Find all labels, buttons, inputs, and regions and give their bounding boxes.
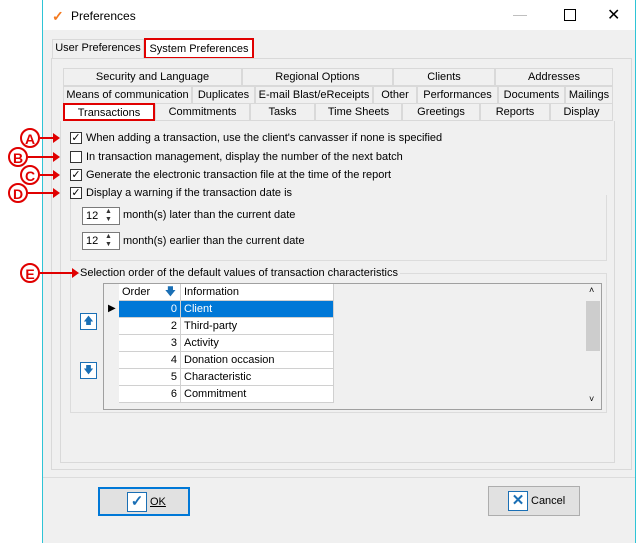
maximize-button[interactable] [564, 9, 576, 21]
characteristics-grid: Order 🡇 Information ▶ 0 Client 2 Third-pa… [103, 283, 602, 410]
order-cell[interactable]: 5 [119, 369, 181, 386]
information-cell[interactable]: Characteristic [181, 369, 334, 386]
information-cell[interactable]: Client [181, 301, 334, 318]
minimize-button[interactable]: — [513, 6, 527, 22]
tab-duplicates[interactable]: Duplicates [192, 86, 255, 104]
tab-security-and-language[interactable]: Security and Language [63, 68, 242, 86]
option-label: When adding a transaction, use the clien… [86, 132, 443, 144]
earlier-months-label: month(s) earlier than the current date [123, 235, 305, 247]
move-up-button[interactable]: 🡅 [80, 313, 97, 330]
order-cell[interactable]: 4 [119, 352, 181, 369]
tab-other[interactable]: Other [373, 86, 417, 104]
move-down-button[interactable]: 🡇 [80, 362, 97, 379]
order-cell[interactable]: 6 [119, 386, 181, 403]
tab-display[interactable]: Display [550, 103, 613, 121]
spinner-arrows-icon[interactable]: ▲ ▼ [105, 233, 112, 249]
current-row-indicator-icon: ▶ [108, 303, 116, 314]
earlier-months-spinner[interactable]: 12 ▲ ▼ [82, 232, 120, 250]
option-checkbox[interactable] [70, 151, 82, 163]
annotation-arrow-d [28, 188, 60, 198]
tab-means-of-communication[interactable]: Means of communication [63, 86, 192, 104]
tab-clients[interactable]: Clients [393, 68, 495, 86]
tab-documents[interactable]: Documents [498, 86, 565, 104]
later-months-label: month(s) later than the current date [123, 209, 296, 221]
tab-e-mail-blast-ereceipts[interactable]: E-mail Blast/eReceipts [255, 86, 373, 104]
annotation-marker-a: A [20, 128, 40, 148]
scroll-up-icon[interactable]: ˄ [589, 285, 594, 295]
option-label: Display a warning if the transaction dat… [86, 187, 293, 199]
scrollbar-thumb[interactable] [586, 301, 600, 351]
app-logo-icon: ✓ [52, 8, 64, 24]
later-months-spinner[interactable]: 12 ▲ ▼ [82, 207, 120, 225]
annotation-marker-c: C [20, 165, 40, 185]
scroll-down-icon[interactable]: ˅ [589, 394, 594, 404]
cancel-button[interactable]: ✕ Cancel [488, 486, 580, 516]
tab-tasks[interactable]: Tasks [250, 103, 315, 121]
information-cell[interactable]: Commitment [181, 386, 334, 403]
order-cell[interactable]: 2 [119, 318, 181, 335]
tab-addresses[interactable]: Addresses [495, 68, 613, 86]
tab-time-sheets[interactable]: Time Sheets [315, 103, 402, 121]
option-label: Generate the electronic transaction file… [86, 169, 392, 181]
window-title: Preferences [71, 9, 136, 23]
annotation-marker-b: B [8, 147, 28, 167]
information-cell[interactable]: Third-party [181, 318, 334, 335]
column-header-order[interactable]: Order 🡇 [119, 284, 181, 301]
tab-performances[interactable]: Performances [417, 86, 498, 104]
ok-button[interactable]: ✓ OK [98, 487, 190, 516]
tab-reports[interactable]: Reports [480, 103, 550, 121]
tab-regional-options[interactable]: Regional Options [242, 68, 393, 86]
information-cell[interactable]: Donation occasion [181, 352, 334, 369]
tab-mailings[interactable]: Mailings [565, 86, 613, 104]
column-header-information[interactable]: Information [181, 284, 334, 301]
tab-commitments[interactable]: Commitments [155, 103, 250, 121]
order-cell[interactable]: 0 [119, 301, 181, 318]
spinner-arrows-icon[interactable]: ▲ ▼ [105, 208, 112, 224]
annotation-arrow-e [40, 268, 79, 278]
selection-order-title: Selection order of the default values of… [80, 267, 400, 279]
warning-group [70, 195, 607, 261]
annotation-marker-e: E [20, 263, 40, 283]
cancel-x-icon: ✕ [508, 491, 528, 511]
tab-greetings[interactable]: Greetings [402, 103, 480, 121]
information-cell[interactable]: Activity [181, 335, 334, 352]
option-checkbox[interactable]: ✓ [70, 132, 82, 144]
order-cell[interactable]: 3 [119, 335, 181, 352]
annotation-arrow-b [28, 152, 60, 162]
tab-user-preferences[interactable]: User Preferences [52, 39, 144, 59]
checkmark-icon: ✓ [127, 492, 147, 512]
option-label: In transaction management, display the n… [86, 151, 403, 163]
close-button[interactable]: ✕ [607, 5, 620, 25]
option-checkbox[interactable]: ✓ [70, 169, 82, 181]
tab-system-preferences[interactable]: System Preferences [144, 38, 254, 59]
title-bar: ✓ Preferences — ✕ [43, 0, 635, 30]
tab-transactions[interactable]: Transactions [63, 103, 155, 121]
annotation-arrow-c [40, 170, 60, 180]
annotation-marker-d: D [8, 183, 28, 203]
vertical-scrollbar[interactable]: ˄ ˅ [585, 284, 601, 409]
separator [43, 477, 635, 478]
option-checkbox[interactable]: ✓ [70, 187, 82, 199]
sort-descending-icon: 🡇 [164, 286, 176, 298]
annotation-arrow-a [40, 133, 60, 143]
